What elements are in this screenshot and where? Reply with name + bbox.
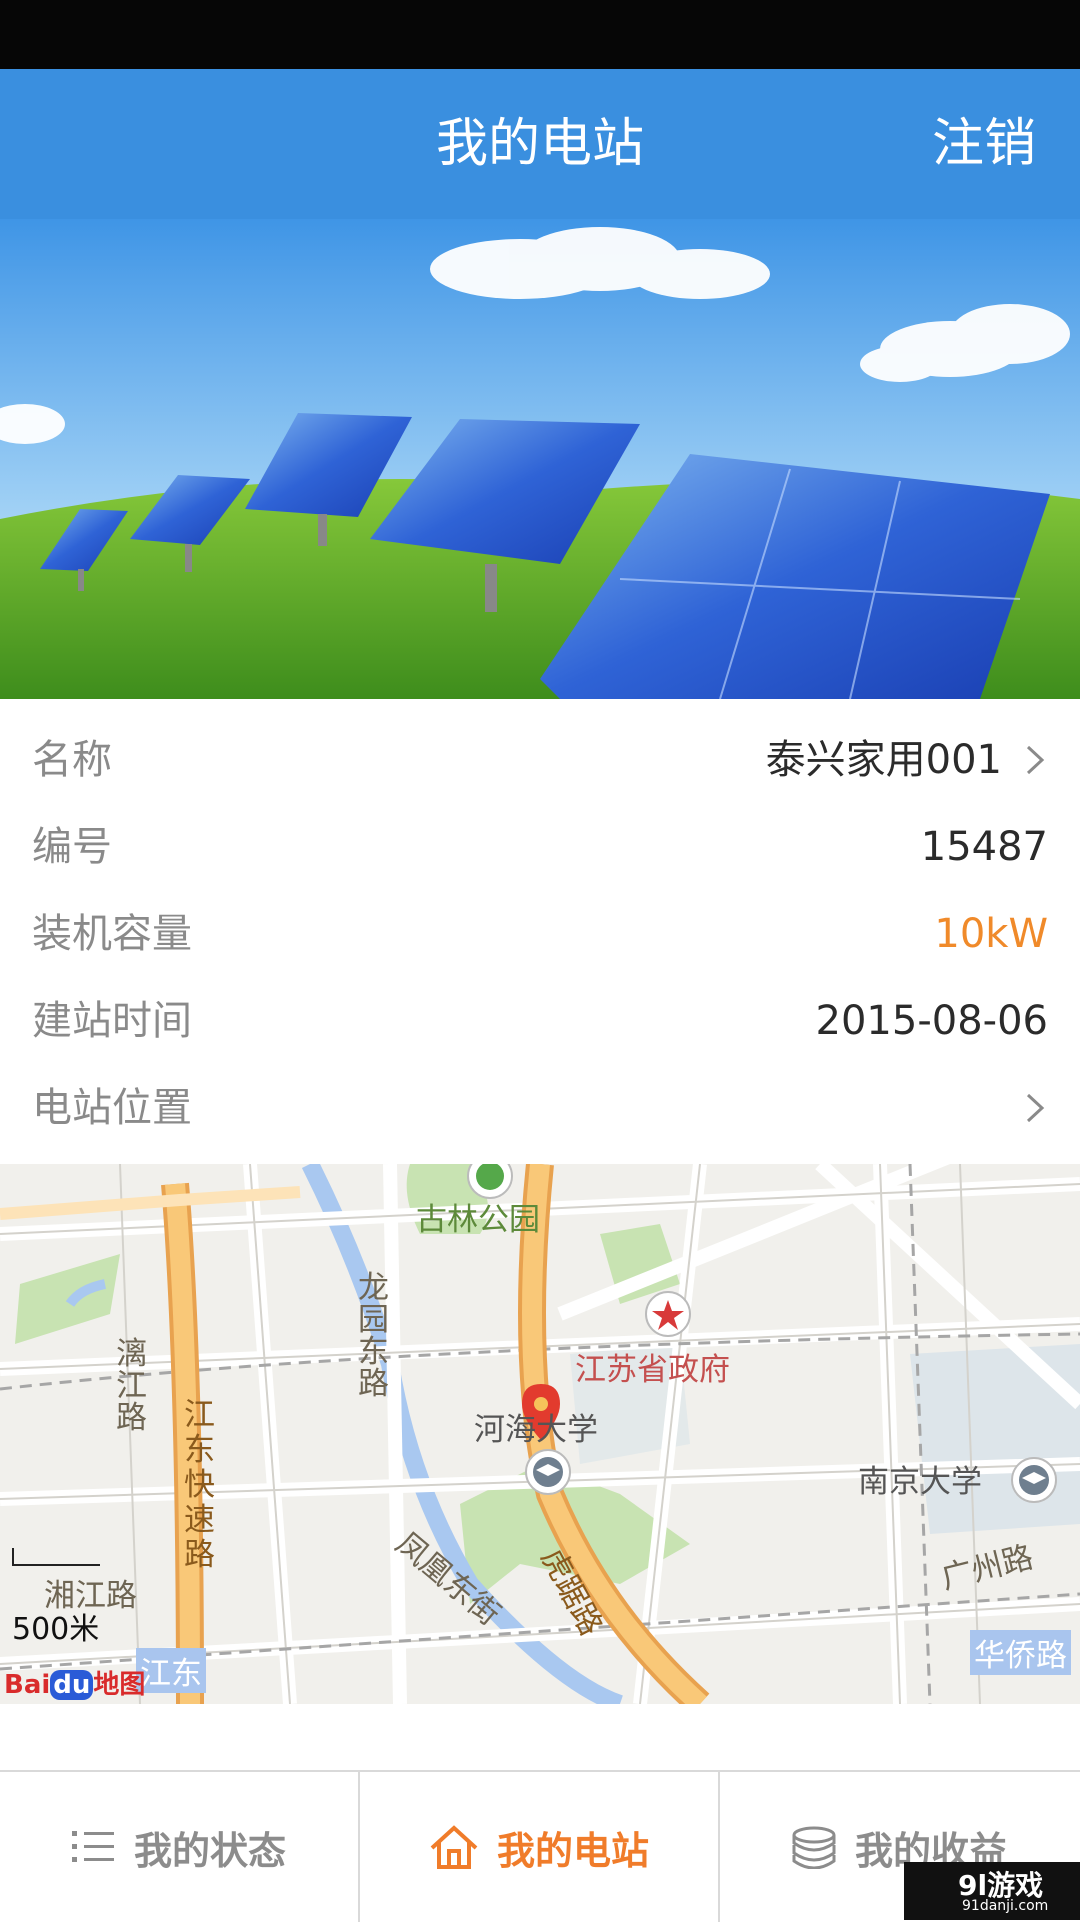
- map-label-jiangsu-government: 江苏省政府: [575, 1352, 730, 1388]
- map-label-jiangdong-expressway: 江东快速路: [184, 1397, 215, 1573]
- gulin-park-icon: [467, 1164, 513, 1199]
- tab-label: 我的电站: [496, 1828, 649, 1873]
- home-icon: [430, 1825, 478, 1869]
- id-row: 编号 15487: [0, 804, 1080, 891]
- build-date-label: 建站时间: [32, 998, 192, 1044]
- map-label-hohai-university: 河海大学: [474, 1412, 598, 1448]
- station-banner-image: [0, 219, 1080, 699]
- chevron-right-icon: [1026, 745, 1045, 775]
- tab-my-station[interactable]: 我的电站: [360, 1772, 718, 1922]
- map-label-longyuan-road: 龙园东路: [358, 1270, 389, 1402]
- site-watermark: 9l游戏 91danji.com: [904, 1862, 1080, 1920]
- id-label: 编号: [32, 824, 112, 870]
- app-header: 我的电站 注销: [0, 69, 1080, 219]
- capacity-row: 装机容量 10kW: [0, 891, 1080, 978]
- map-label-gulin-park: 古林公园: [416, 1202, 540, 1238]
- coins-icon: [792, 1826, 836, 1869]
- watermark-site: 91danji.com: [962, 1898, 1049, 1914]
- id-value: 15487: [920, 824, 1048, 870]
- map-scale-label: 500米: [12, 1612, 100, 1647]
- logout-button[interactable]: 注销: [932, 69, 1036, 219]
- capacity-value: 10kW: [934, 911, 1048, 957]
- name-row[interactable]: 名称 泰兴家用001: [0, 717, 1080, 804]
- map-label-huaqiao-road: 华侨路: [970, 1630, 1071, 1675]
- capacity-label: 装机容量: [32, 911, 192, 957]
- map-label-lijiang-road: 漓江路: [116, 1336, 147, 1436]
- name-label: 名称: [32, 737, 112, 783]
- university-icon: [1011, 1457, 1057, 1503]
- build-date-row: 建站时间 2015-08-06: [0, 978, 1080, 1065]
- map-label-nanjing-university: 南京大学: [858, 1464, 982, 1500]
- map-label-jiangdong: 江东: [136, 1648, 206, 1693]
- location-row[interactable]: 电站位置: [0, 1065, 1080, 1152]
- university-icon: [525, 1449, 571, 1495]
- chevron-right-icon: [1026, 1093, 1045, 1123]
- government-star-icon: [645, 1291, 691, 1337]
- status-bar: [0, 0, 1080, 69]
- tab-label: 我的状态: [133, 1828, 286, 1873]
- location-label: 电站位置: [32, 1085, 192, 1131]
- name-value: 泰兴家用001: [765, 737, 1002, 783]
- list-icon: [71, 1831, 114, 1862]
- station-map[interactable]: 古林公园 江苏省政府 河海大学 南京大学 广州路 华侨路 龙园东路 漓江路 江东…: [0, 1164, 1080, 1704]
- build-date-value: 2015-08-06: [815, 998, 1048, 1044]
- station-info-list: 名称 泰兴家用001 编号 15487 装机容量 10kW 建站时间 2015-…: [0, 699, 1080, 1164]
- page-title: 我的电站: [435, 114, 644, 174]
- baidu-map-logo: Bai du 地图: [4, 1670, 146, 1700]
- tab-my-status[interactable]: 我的状态: [0, 1772, 358, 1922]
